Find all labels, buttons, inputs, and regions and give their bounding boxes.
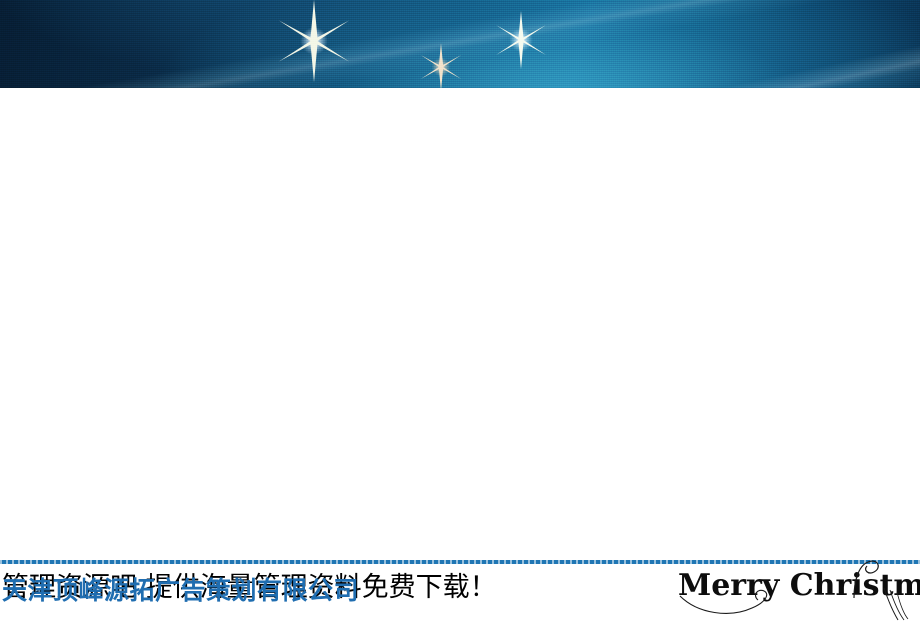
- christmas-night-sky-banner: [0, 0, 920, 88]
- footer-text-block: 管理资源吧 提供海量管理资料免费下载！ 天津顶峰源拓广告策划有限公司: [0, 566, 640, 610]
- banner-gradient: [0, 0, 920, 88]
- slide-canvas: 管理资源吧 提供海量管理资料免费下载！ 天津顶峰源拓广告策划有限公司 Merry…: [0, 0, 920, 621]
- footer-blue-company-text: 天津顶峰源拓广告策划有限公司: [2, 576, 360, 605]
- merry-christmas-greeting: Merry Christmas: [678, 560, 920, 621]
- bottom-horizontal-rule: [0, 560, 920, 564]
- bottom-rule-dash-pattern: [0, 560, 920, 564]
- merry-christmas-text: Merry Christmas: [678, 568, 920, 603]
